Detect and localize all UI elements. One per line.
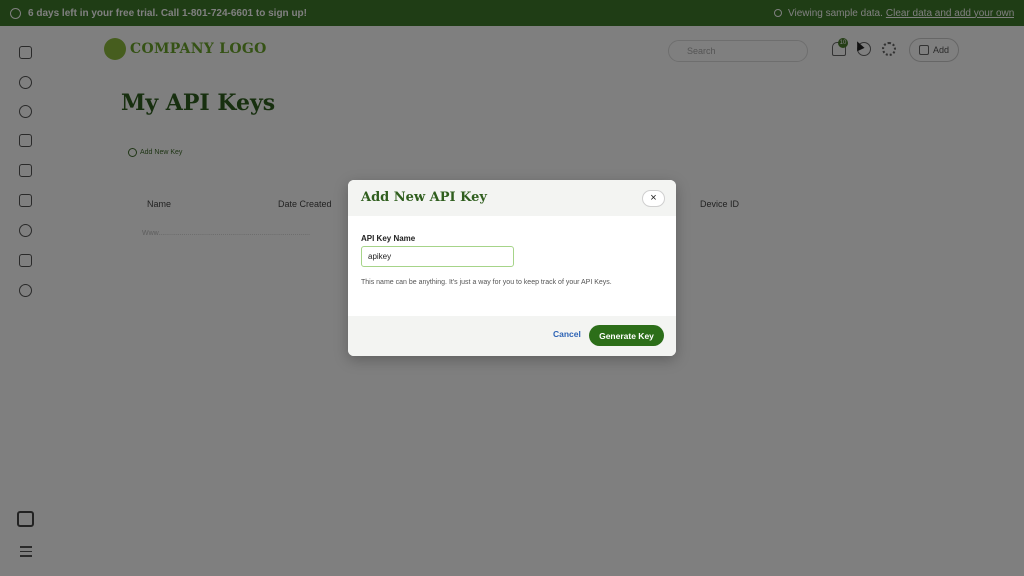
cancel-button[interactable]: Cancel	[553, 329, 581, 339]
add-api-key-dialog: Add New API Key × API Key Name This name…	[348, 180, 676, 356]
dialog-title: Add New API Key	[361, 190, 487, 205]
api-key-name-label: API Key Name	[361, 234, 416, 243]
api-key-name-input[interactable]	[361, 246, 514, 267]
close-button[interactable]: ×	[642, 190, 665, 207]
generate-key-button[interactable]: Generate Key	[589, 325, 664, 346]
help-text: This name can be anything. It's just a w…	[361, 279, 612, 286]
